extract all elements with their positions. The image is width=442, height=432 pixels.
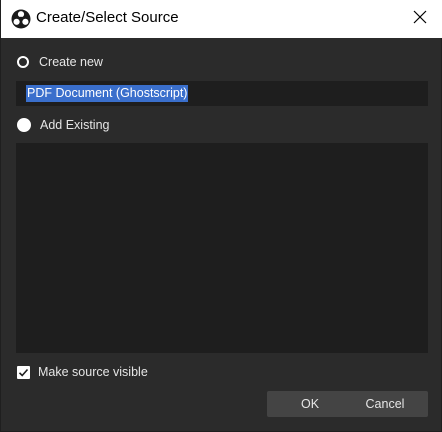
existing-sources-list[interactable] <box>16 143 428 353</box>
close-button[interactable] <box>397 0 442 38</box>
radio-checked-icon <box>17 118 31 132</box>
radio-unchecked-icon <box>17 56 29 68</box>
title-bar: Create/Select Source <box>1 0 442 38</box>
cancel-button[interactable]: Cancel <box>342 391 428 417</box>
add-existing-label: Add Existing <box>40 118 110 132</box>
create-new-label: Create new <box>39 55 103 69</box>
close-icon <box>413 10 427 29</box>
source-name-input[interactable]: PDF Document (Ghostscript) <box>16 81 428 106</box>
window-title: Create/Select Source <box>36 9 179 26</box>
add-existing-radio[interactable]: Add Existing <box>17 118 109 132</box>
source-name-selected-text: PDF Document (Ghostscript) <box>26 85 189 102</box>
create-new-radio[interactable]: Create new <box>17 55 103 69</box>
make-visible-checkbox[interactable]: Make source visible <box>17 365 148 379</box>
dialog-window: Create/Select Source Create new PDF Docu… <box>0 0 442 432</box>
ok-button[interactable]: OK <box>267 391 353 417</box>
obs-logo-icon <box>11 9 31 29</box>
checkmark-icon <box>17 365 30 379</box>
make-visible-label: Make source visible <box>38 365 148 379</box>
